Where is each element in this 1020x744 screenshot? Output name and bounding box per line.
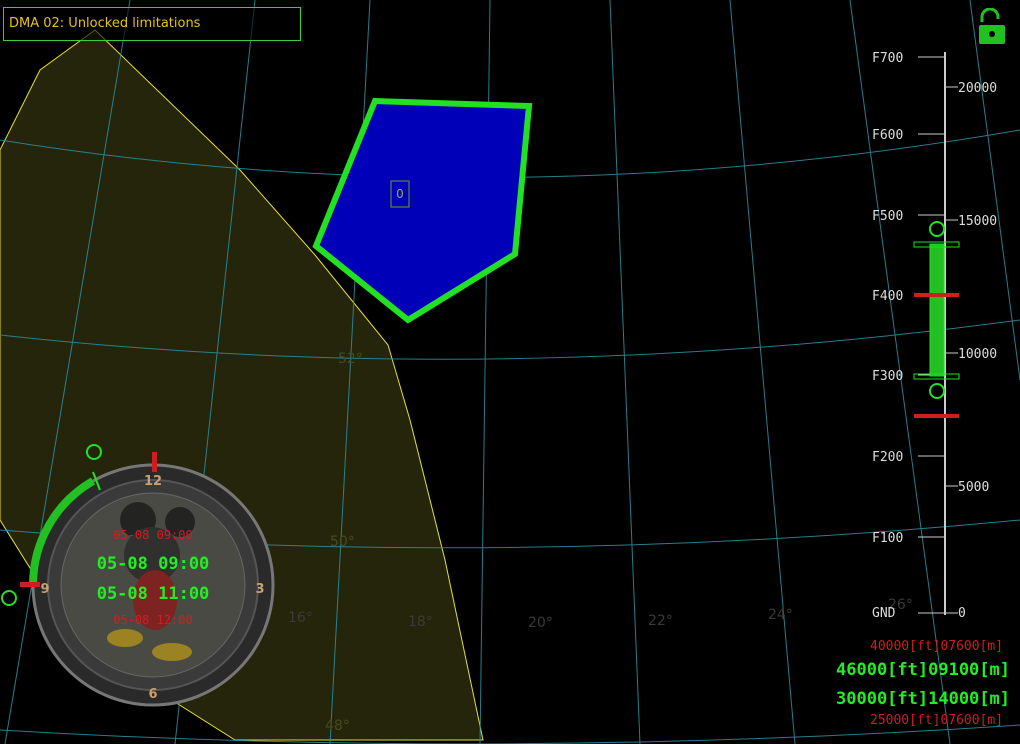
m-label: 5000 <box>958 480 989 495</box>
altitude-lower-value: 30000[ft]14000[m] <box>836 689 1010 709</box>
time-end-value: 05-08 11:00 <box>97 584 210 604</box>
time-start-value: 05-08 09:00 <box>97 554 210 574</box>
clock-hour-label: 12 <box>144 474 162 489</box>
time-limit-top: 05-08 09:00 <box>113 528 192 542</box>
altitude-limit-lower-marker <box>914 414 959 418</box>
unlocked-padlock-icon[interactable] <box>976 8 1008 46</box>
lon-label: 16° <box>288 610 313 626</box>
lat-label: 52° <box>338 351 363 367</box>
m-label: 20000 <box>958 81 997 96</box>
map-canvas[interactable]: 52° 50° 48° 2° 16° 18° 20° 22° 24° 26° 0… <box>0 0 1020 744</box>
fl-label: F300 <box>872 369 903 384</box>
altitude-limit-upper-text: 40000[ft]07600[m] <box>870 639 1004 654</box>
altitude-upper-value: 46000[ft]09100[m] <box>836 660 1010 680</box>
fl-label: GND <box>872 606 896 621</box>
polygon-id-label: 0 <box>396 187 404 201</box>
m-label: 0 <box>958 606 966 621</box>
lon-label: 18° <box>408 614 433 630</box>
lon-label: 24° <box>768 607 793 623</box>
lon-label: 20° <box>528 615 553 631</box>
fl-label: F600 <box>872 128 903 143</box>
lat-label: 48° <box>325 718 350 734</box>
m-label: 10000 <box>958 347 997 362</box>
clock-hour-label: 9 <box>40 582 49 597</box>
time-end-limit-marker <box>152 452 157 472</box>
altitude-range-bar[interactable] <box>929 243 945 377</box>
time-start-handle[interactable] <box>1 590 17 606</box>
clock-hour-label: 3 <box>255 582 264 597</box>
altitude-limit-upper-marker <box>914 293 959 297</box>
fl-label: F100 <box>872 531 903 546</box>
lon-label: 22° <box>648 613 673 629</box>
lat-label: 50° <box>330 534 355 550</box>
altitude-lower-handle[interactable] <box>929 383 945 399</box>
time-limit-bottom: 05-08 12:00 <box>113 613 192 627</box>
fl-label: F400 <box>872 289 903 304</box>
dma-title: DMA 02: Unlocked limitations <box>3 7 301 41</box>
dma-polygon[interactable]: 0 <box>312 97 533 324</box>
fl-label: F700 <box>872 51 903 66</box>
clock-hour-label: 6 <box>148 687 157 702</box>
altitude-limit-lower-text: 25000[ft]07600[m] <box>870 713 1004 728</box>
altitude-upper-handle[interactable] <box>929 221 945 237</box>
m-label: 15000 <box>958 214 997 229</box>
time-start-limit-marker <box>20 582 40 587</box>
fl-label: F200 <box>872 450 903 465</box>
fl-label: F500 <box>872 209 903 224</box>
